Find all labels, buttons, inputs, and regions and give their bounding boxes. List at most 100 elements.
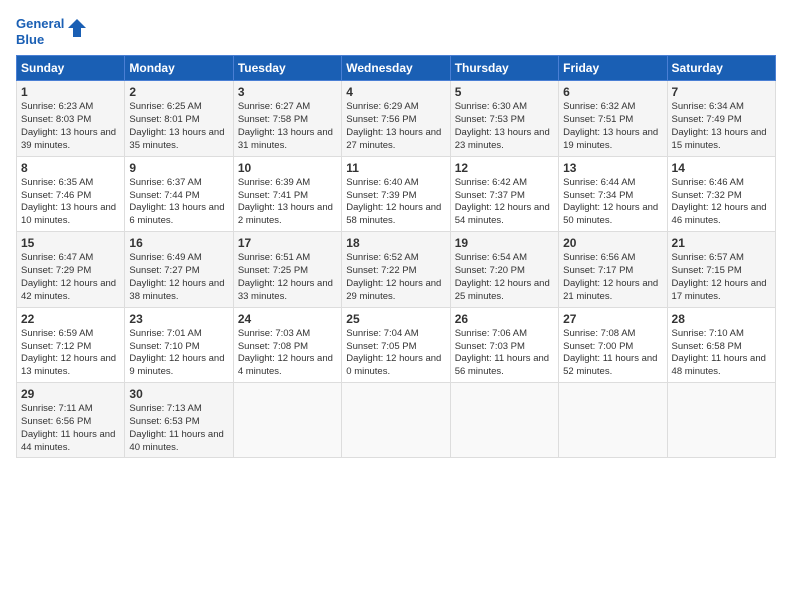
day-number: 23 [129, 311, 228, 327]
calendar-cell: 17Sunrise: 6:51 AMSunset: 7:25 PMDayligh… [233, 232, 341, 307]
daylight: Daylight: 11 hours and 52 minutes. [563, 353, 657, 377]
calendar-cell: 8Sunrise: 6:35 AMSunset: 7:46 PMDaylight… [17, 156, 125, 231]
daylight: Daylight: 11 hours and 44 minutes. [21, 429, 115, 453]
sunrise: Sunrise: 6:57 AM [672, 252, 744, 263]
daylight: Daylight: 13 hours and 10 minutes. [21, 202, 116, 226]
sunset: Sunset: 7:39 PM [346, 190, 416, 201]
sunrise: Sunrise: 6:47 AM [21, 252, 93, 263]
calendar-row: 15Sunrise: 6:47 AMSunset: 7:29 PMDayligh… [17, 232, 776, 307]
calendar-cell: 13Sunrise: 6:44 AMSunset: 7:34 PMDayligh… [559, 156, 667, 231]
sunrise: Sunrise: 6:27 AM [238, 101, 310, 112]
calendar-cell: 9Sunrise: 6:37 AMSunset: 7:44 PMDaylight… [125, 156, 233, 231]
logo-icon [66, 17, 88, 44]
sunset: Sunset: 7:29 PM [21, 265, 91, 276]
calendar-cell: 25Sunrise: 7:04 AMSunset: 7:05 PMDayligh… [342, 307, 450, 382]
day-number: 30 [129, 386, 228, 402]
calendar-cell: 23Sunrise: 7:01 AMSunset: 7:10 PMDayligh… [125, 307, 233, 382]
calendar-cell: 20Sunrise: 6:56 AMSunset: 7:17 PMDayligh… [559, 232, 667, 307]
calendar-cell: 5Sunrise: 6:30 AMSunset: 7:53 PMDaylight… [450, 81, 558, 156]
daylight: Daylight: 13 hours and 35 minutes. [129, 127, 224, 151]
sunset: Sunset: 7:12 PM [21, 341, 91, 352]
calendar-cell: 21Sunrise: 6:57 AMSunset: 7:15 PMDayligh… [667, 232, 775, 307]
sunset: Sunset: 7:49 PM [672, 114, 742, 125]
daylight: Daylight: 13 hours and 15 minutes. [672, 127, 767, 151]
day-number: 11 [346, 160, 445, 176]
day-number: 1 [21, 84, 120, 100]
sunset: Sunset: 7:53 PM [455, 114, 525, 125]
day-number: 4 [346, 84, 445, 100]
sunset: Sunset: 7:10 PM [129, 341, 199, 352]
page-container: General Blue SundayMondayTuesdayWednesda… [0, 0, 792, 470]
weekday-header: Sunday [17, 56, 125, 81]
calendar-row: 1Sunrise: 6:23 AM Sunset: 8:03 PM Daylight… [17, 81, 776, 156]
sunrise: Sunrise: 6:56 AM [563, 252, 635, 263]
calendar-cell: 10Sunrise: 6:39 AMSunset: 7:41 PMDayligh… [233, 156, 341, 231]
day-number: 9 [129, 160, 228, 176]
calendar-cell: 26Sunrise: 7:06 AMSunset: 7:03 PMDayligh… [450, 307, 558, 382]
calendar-cell: 28Sunrise: 7:10 AMSunset: 6:58 PMDayligh… [667, 307, 775, 382]
calendar-cell: 11Sunrise: 6:40 AM Sunset: 7:39 PMDayligh… [342, 156, 450, 231]
sunrise: Sunrise: 6:52 AM [346, 252, 418, 263]
daylight: Daylight: 13 hours and 27 minutes. [346, 127, 441, 151]
weekday-header: Thursday [450, 56, 558, 81]
sunrise: Sunrise: 6:34 AM [672, 101, 744, 112]
sunrise: Sunrise: 6:23 AM [21, 101, 93, 112]
calendar-cell [233, 382, 341, 457]
sunrise: Sunrise: 6:46 AM [672, 177, 744, 188]
sunset: Sunset: 6:53 PM [129, 416, 199, 427]
sunrise: Sunrise: 7:08 AM [563, 328, 635, 339]
sunset: Sunset: 7:58 PM [238, 114, 308, 125]
sunset: Sunset: 8:03 PM [21, 114, 91, 125]
sunset: Sunset: 7:05 PM [346, 341, 416, 352]
daylight: Daylight: 12 hours and 38 minutes. [129, 278, 224, 302]
calendar-cell: 16Sunrise: 6:49 AMSunset: 7:27 PMDayligh… [125, 232, 233, 307]
sunrise: Sunrise: 6:35 AM [21, 177, 93, 188]
daylight: Daylight: 11 hours and 56 minutes. [455, 353, 549, 377]
sunset: Sunset: 7:44 PM [129, 190, 199, 201]
header: General Blue [16, 12, 776, 47]
daylight: Daylight: 12 hours and 58 minutes. [346, 202, 441, 226]
sunset: Sunset: 7:32 PM [672, 190, 742, 201]
sunrise: Sunrise: 6:51 AM [238, 252, 310, 263]
calendar-cell: 27Sunrise: 7:08 AMSunset: 7:00 PMDayligh… [559, 307, 667, 382]
logo-blue: Blue [16, 32, 44, 47]
daylight: Daylight: 13 hours and 2 minutes. [238, 202, 333, 226]
calendar-cell: 1Sunrise: 6:23 AMSunset: 8:03 PMDaylight… [17, 81, 125, 156]
day-number: 19 [455, 235, 554, 251]
day-number: 13 [563, 160, 662, 176]
sunrise: Sunrise: 6:25 AM [129, 101, 201, 112]
calendar-cell: 6Sunrise: 6:32 AMSunset: 7:51 PMDaylight… [559, 81, 667, 156]
day-number: 6 [563, 84, 662, 100]
daylight: Daylight: 12 hours and 4 minutes. [238, 353, 333, 377]
day-number: 10 [238, 160, 337, 176]
sunset: Sunset: 7:20 PM [455, 265, 525, 276]
sunrise: Sunrise: 6:40 AM [346, 177, 418, 188]
day-number: 16 [129, 235, 228, 251]
day-number: 8 [21, 160, 120, 176]
daylight: Daylight: 11 hours and 48 minutes. [672, 353, 766, 377]
day-number: 25 [346, 311, 445, 327]
calendar-cell: 7Sunrise: 6:34 AMSunset: 7:49 PMDaylight… [667, 81, 775, 156]
sunrise: Sunrise: 6:49 AM [129, 252, 201, 263]
calendar-cell [667, 382, 775, 457]
calendar-cell [342, 382, 450, 457]
sunrise: Sunrise: 6:32 AM [563, 101, 635, 112]
weekday-header: Tuesday [233, 56, 341, 81]
daylight: Daylight: 12 hours and 50 minutes. [563, 202, 658, 226]
logo: General Blue [16, 16, 88, 47]
calendar-cell [559, 382, 667, 457]
day-number: 26 [455, 311, 554, 327]
calendar-cell: 14Sunrise: 6:46 AMSunset: 7:32 PMDayligh… [667, 156, 775, 231]
daylight: Daylight: 12 hours and 13 minutes. [21, 353, 116, 377]
daylight: Daylight: 12 hours and 9 minutes. [129, 353, 224, 377]
sunrise: Sunrise: 6:29 AM [346, 101, 418, 112]
calendar-table: SundayMondayTuesdayWednesdayThursdayFrid… [16, 55, 776, 458]
daylight: Daylight: 13 hours and 23 minutes. [455, 127, 550, 151]
sunset: Sunset: 7:37 PM [455, 190, 525, 201]
calendar-cell: 29Sunrise: 7:11 AMSunset: 6:56 PMDayligh… [17, 382, 125, 457]
day-number: 29 [21, 386, 120, 402]
calendar-cell [450, 382, 558, 457]
day-number: 18 [346, 235, 445, 251]
sunrise: Sunrise: 6:39 AM [238, 177, 310, 188]
calendar-cell: 30Sunrise: 7:13 AMSunset: 6:53 PMDayligh… [125, 382, 233, 457]
